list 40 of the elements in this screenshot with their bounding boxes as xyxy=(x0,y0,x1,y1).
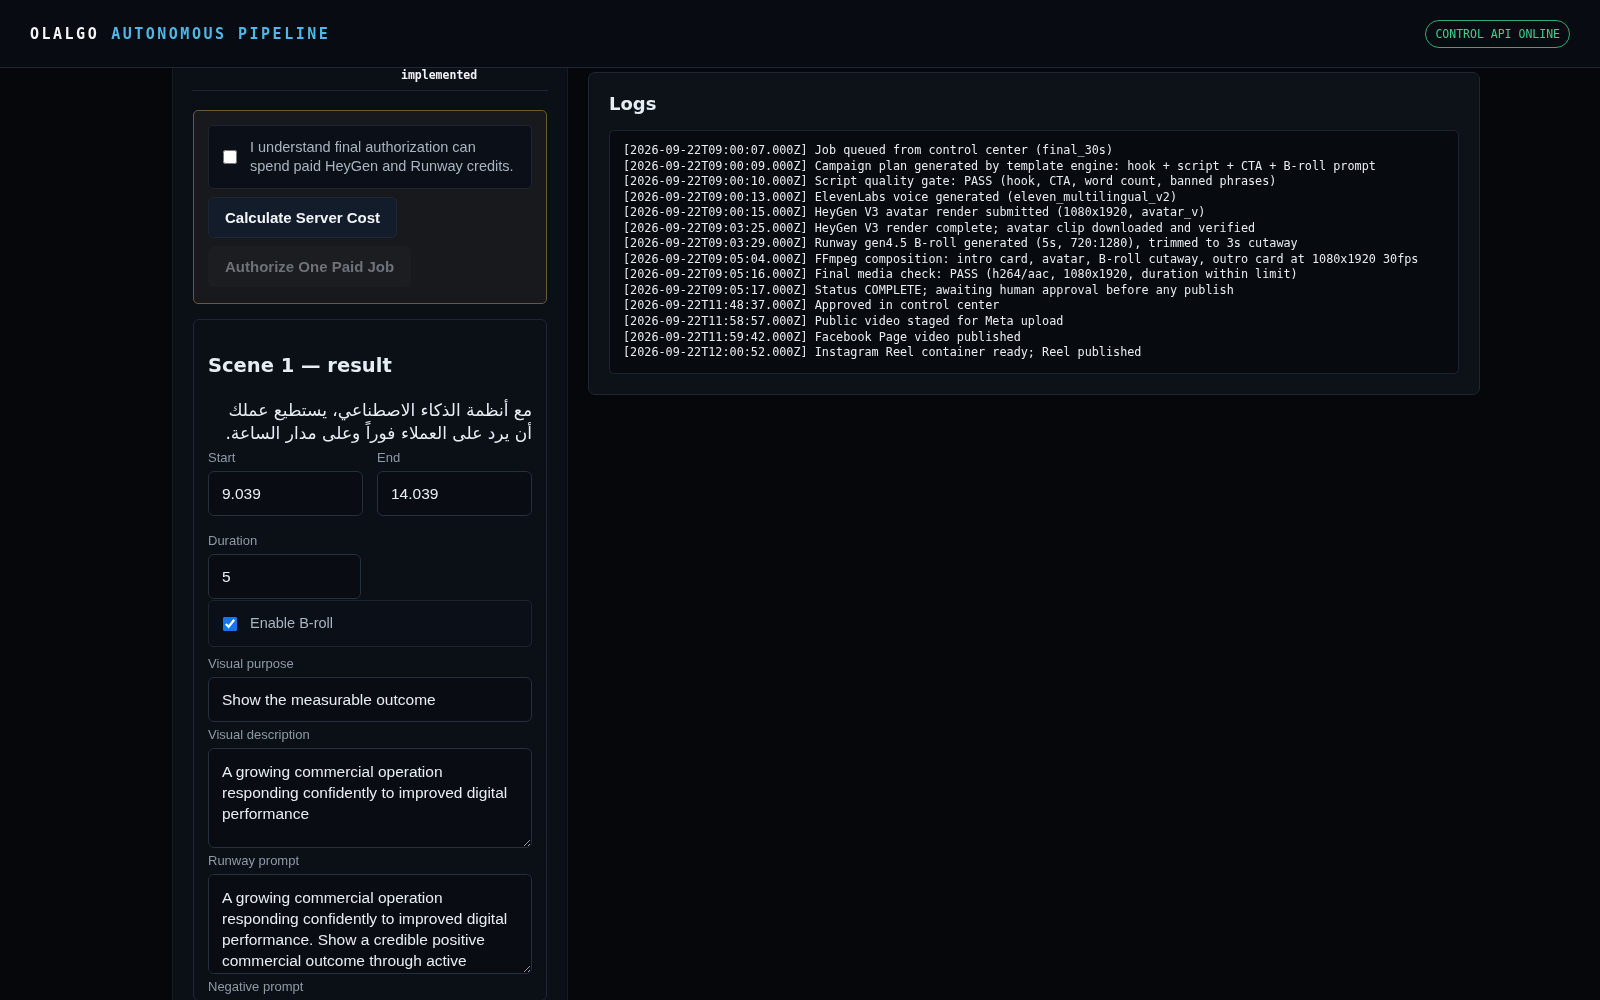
consent-text: I understand final authorization can spend paid HeyGen and Runway credits. xyxy=(250,138,515,176)
consent-checkbox[interactable] xyxy=(223,150,237,164)
action-button[interactable]: Calculate Server Cost xyxy=(208,197,398,238)
scene-title: Scene 1 — result xyxy=(208,354,393,377)
text-field[interactable]: 14.039 xyxy=(377,471,532,516)
broll-label: Enable B-roll xyxy=(250,614,333,633)
log-line: [2026-09-22T09:05:17.000Z] Status COMPLETE; awaiting human approval before any publish xyxy=(623,282,1235,299)
text-field[interactable]: 5 xyxy=(208,554,361,599)
app-title: AUTONOMOUS PIPELINE xyxy=(111,24,331,43)
log-line: [2026-09-22T09:05:04.000Z] FFmpeg composition: intro card, avatar, B-roll cutaway, outro card at 1080x1920 30fps xyxy=(623,251,1420,268)
field-label: Visual description xyxy=(208,727,311,742)
text-field[interactable]: 9.039 xyxy=(208,471,363,516)
log-line: [2026-09-22T09:00:10.000Z] Script quality gate: PASS (hook, CTA, word count, banned phrases) xyxy=(623,174,1278,190)
logs-title: Logs xyxy=(609,93,658,114)
log-line: [2026-09-22T09:03:25.000Z] HeyGen V3 render complete; avatar clip downloaded and verified xyxy=(623,220,1257,237)
log-line: [2026-09-22T09:00:07.000Z] Job queued from control center (final_30s) xyxy=(623,143,1115,159)
field-label: Runway prompt xyxy=(208,853,301,868)
text-area[interactable]: A growing commercial operation responding confidently to improved digital performance xyxy=(208,748,532,848)
script-text: مع أنظمة الذكاء الاصطناعي، يستطيع عملك أن يرد على العملاء فوراً وعلى مدار الساعة. xyxy=(224,399,532,445)
field-label: Negative prompt xyxy=(208,979,305,994)
log-line: [2026-09-22T09:05:16.000Z] Final media check: PASS (h264/aac, 1080x1920, duration within limit) xyxy=(623,267,1299,283)
field-label: Start xyxy=(208,450,237,465)
log-line: [2026-09-22T11:59:42.000Z] Facebook Page video published xyxy=(623,329,1022,346)
log-line: [2026-09-22T09:00:09.000Z] Campaign plan generated by template engine: hook + script + CTA + B-roll prompt xyxy=(623,158,1377,175)
field-label: Duration xyxy=(208,533,259,548)
field-label: End xyxy=(377,450,402,465)
log-line: [2026-09-22T11:48:37.000Z] Approved in control center xyxy=(623,298,1001,314)
cell-text: implemented xyxy=(401,68,478,84)
broll-row[interactable]: Enable B-roll xyxy=(208,600,532,647)
text-field[interactable]: Show the measurable outcome xyxy=(208,677,532,722)
broll-checkbox[interactable] xyxy=(223,616,237,631)
field-label: Visual purpose xyxy=(208,656,295,671)
log-line: [2026-09-22T11:58:57.000Z] Public video staged for Meta upload xyxy=(623,314,1065,330)
consent-row[interactable]: I understand final authorization can spend paid HeyGen and Runway credits. xyxy=(208,125,532,189)
text-area[interactable]: A growing commercial operation responding confidently to improved digital performance. Show a credible positive commercial outcome through active xyxy=(208,874,532,974)
log-line: [2026-09-22T12:00:52.000Z] Instagram Reel container ready; Reel published xyxy=(623,345,1143,361)
log-line: [2026-09-22T09:03:29.000Z] Runway gen4.5 B-roll generated (5s, 720:1280), trimmed to 3s cutaway xyxy=(623,236,1299,252)
log-line: [2026-09-22T09:00:13.000Z] ElevenLabs voice generated (eleven_multilingual_v2) xyxy=(623,189,1178,206)
log-line: [2026-09-22T09:00:15.000Z] HeyGen V3 avatar render submitted (1080x1920, avatar_v) xyxy=(623,205,1207,221)
brand-name: OLALGO xyxy=(30,24,100,43)
